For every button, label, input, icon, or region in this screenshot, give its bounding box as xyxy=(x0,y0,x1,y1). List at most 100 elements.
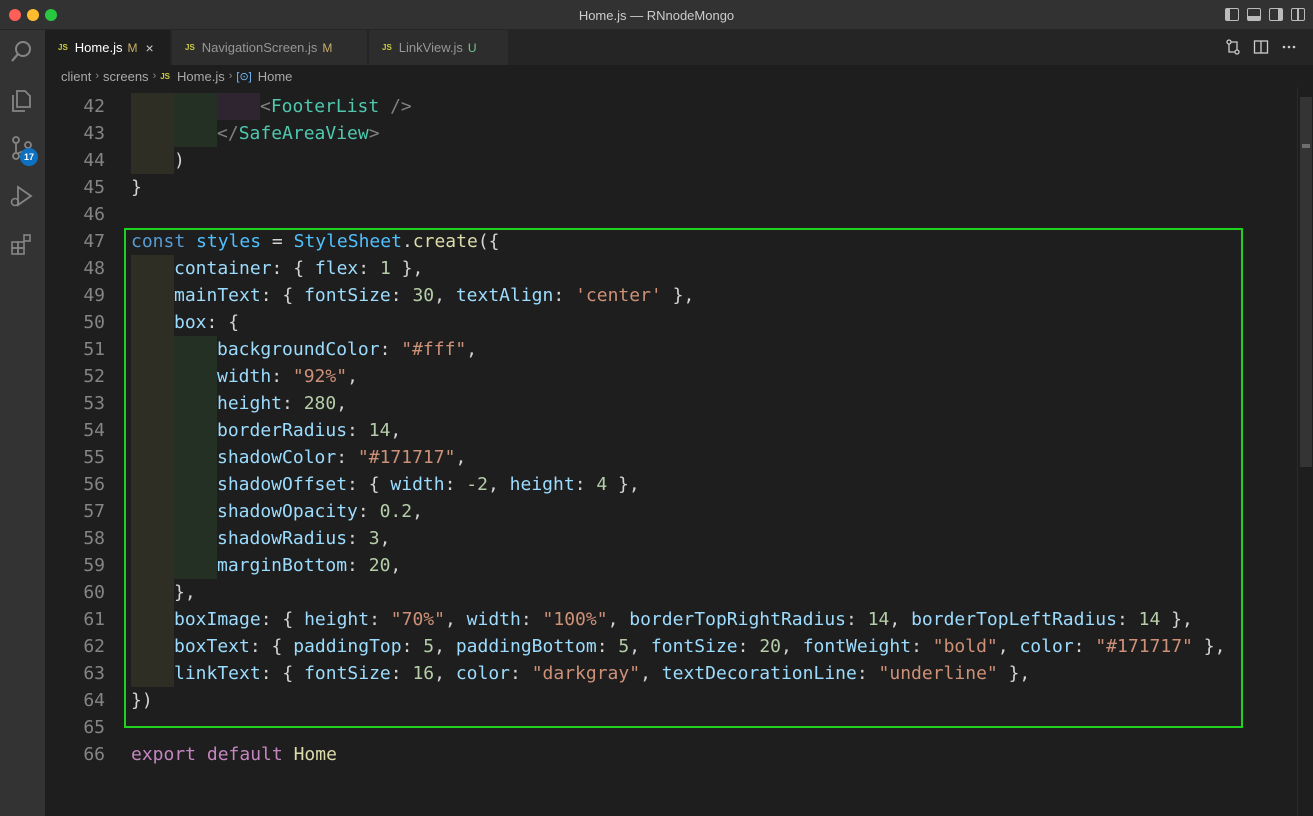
line-number: 60 xyxy=(83,582,105,603)
code-text: shadowRadius: 3, xyxy=(217,528,391,549)
tab-navigationscreen-js[interactable]: JS NavigationScreen.js M xyxy=(172,30,368,65)
indent-guide xyxy=(131,579,174,606)
line-number: 48 xyxy=(83,258,105,279)
open-changes-icon[interactable] xyxy=(1225,39,1241,55)
search-icon[interactable] xyxy=(8,38,36,66)
code-text: </SafeAreaView> xyxy=(217,123,380,144)
indent-guide xyxy=(131,390,174,417)
line-number: 54 xyxy=(83,420,105,441)
indent-guide xyxy=(131,525,174,552)
window-title: Home.js — RNnodeMongo xyxy=(578,8,735,23)
indent-guide xyxy=(217,93,260,120)
breadcrumb-item-file[interactable]: Home.js xyxy=(177,69,225,84)
indent-guide xyxy=(174,417,217,444)
line-number: 52 xyxy=(83,366,105,387)
line-number: 44 xyxy=(83,150,105,171)
split-editor-icon[interactable] xyxy=(1253,39,1269,55)
code-line: 58 shadowRadius: 3, xyxy=(45,525,1297,552)
indent-guide xyxy=(131,147,174,174)
line-number: 53 xyxy=(83,393,105,414)
code-text: boxText: { paddingTop: 5, paddingBottom:… xyxy=(174,636,1226,657)
code-text: const styles = StyleSheet.create({ xyxy=(131,231,500,252)
code-line: 45} xyxy=(45,174,1297,201)
code-text: shadowOpacity: 0.2, xyxy=(217,501,423,522)
code-text: borderRadius: 14, xyxy=(217,420,402,441)
indent-guide xyxy=(131,282,174,309)
code-editor[interactable]: 42 <FooterList /> 43 </SafeAreaView> 44) 45} 4… xyxy=(45,87,1297,816)
indent-guide xyxy=(174,471,217,498)
line-number: 56 xyxy=(83,474,105,495)
js-file-icon: JS xyxy=(160,71,171,81)
line-number: 65 xyxy=(83,717,105,738)
symbol-variable-icon: [⊙] xyxy=(236,70,252,83)
customize-layout-icon[interactable] xyxy=(1291,8,1305,21)
explorer-icon[interactable] xyxy=(8,86,36,114)
line-number: 55 xyxy=(83,447,105,468)
line-number: 58 xyxy=(83,528,105,549)
indent-guide xyxy=(174,444,217,471)
breadcrumb-item-symbol[interactable]: Home xyxy=(258,69,293,84)
code-line: 43 </SafeAreaView> xyxy=(45,120,1297,147)
code-text: marginBottom: 20, xyxy=(217,555,402,576)
editor-tab-bar: JS Home.js M × JS NavigationScreen.js M … xyxy=(45,30,1313,65)
indent-guide xyxy=(174,552,217,579)
code-line: 57 shadowOpacity: 0.2, xyxy=(45,498,1297,525)
extensions-icon[interactable] xyxy=(8,230,36,258)
breadcrumb: client › screens › JS Home.js › [⊙] Home xyxy=(45,65,1313,87)
js-file-icon: JS xyxy=(58,43,68,52)
tab-label: LinkView.js xyxy=(398,40,463,55)
code-line: 65 xyxy=(45,714,1297,741)
chevron-right-icon: › xyxy=(152,70,157,82)
line-number: 42 xyxy=(83,96,105,117)
indent-guide xyxy=(131,309,174,336)
run-debug-icon[interactable] xyxy=(8,182,36,210)
title-bar: Home.js — RNnodeMongo xyxy=(0,0,1313,30)
tab-label: NavigationScreen.js xyxy=(201,40,318,55)
tab-home-js[interactable]: JS Home.js M × xyxy=(45,30,171,65)
code-text: box: { xyxy=(174,312,240,333)
indent-guide xyxy=(131,120,174,147)
breadcrumb-item-screens[interactable]: screens xyxy=(103,69,149,84)
line-number: 45 xyxy=(83,177,105,198)
line-number: 47 xyxy=(83,231,105,252)
code-line: 55 shadowColor: "#171717", xyxy=(45,444,1297,471)
indent-guide xyxy=(131,498,174,525)
indent-guide xyxy=(131,363,174,390)
code-text: shadowOffset: { width: -2, height: 4 }, xyxy=(217,474,640,495)
indent-guide xyxy=(131,336,174,363)
scm-badge: 17 xyxy=(20,148,38,166)
indent-guide xyxy=(131,255,174,282)
close-icon[interactable]: × xyxy=(145,40,153,56)
indent-guide xyxy=(131,417,174,444)
code-text: boxImage: { height: "70%", width: "100%"… xyxy=(174,609,1193,630)
code-text: backgroundColor: "#fff", xyxy=(217,339,478,360)
breadcrumb-item-client[interactable]: client xyxy=(61,69,91,84)
editor-scrollbar[interactable] xyxy=(1297,87,1313,816)
chevron-right-icon: › xyxy=(228,70,233,82)
chevron-right-icon: › xyxy=(95,70,100,82)
code-line: 63 linkText: { fontSize: 16, color: "dark… xyxy=(45,660,1297,687)
indent-guide xyxy=(131,633,174,660)
indent-guide xyxy=(174,498,217,525)
scrollbar-thumb[interactable] xyxy=(1300,97,1312,467)
code-line: 53 height: 280, xyxy=(45,390,1297,417)
code-line: 61 boxImage: { height: "70%", width: "100… xyxy=(45,606,1297,633)
indent-guide xyxy=(174,525,217,552)
tab-status: M xyxy=(322,40,333,55)
tab-linkview-js[interactable]: JS LinkView.js U xyxy=(369,30,509,65)
code-text: export default Home xyxy=(131,744,337,765)
code-text: linkText: { fontSize: 16, color: "darkgr… xyxy=(174,663,1031,684)
code-line: 47 const styles = StyleSheet.create({ xyxy=(45,228,1297,255)
code-line: 60}, xyxy=(45,579,1297,606)
js-file-icon: JS xyxy=(382,43,392,52)
code-line: 48 container: { flex: 1 }, xyxy=(45,255,1297,282)
line-number: 43 xyxy=(83,123,105,144)
toggle-secondary-sidebar-icon[interactable] xyxy=(1269,8,1283,21)
line-number: 46 xyxy=(83,204,105,225)
toggle-primary-sidebar-icon[interactable] xyxy=(1225,8,1239,21)
toggle-panel-icon[interactable] xyxy=(1247,8,1261,21)
indent-guide xyxy=(131,606,174,633)
indent-guide xyxy=(174,93,217,120)
line-number: 66 xyxy=(83,744,105,765)
more-actions-icon[interactable] xyxy=(1281,39,1297,55)
